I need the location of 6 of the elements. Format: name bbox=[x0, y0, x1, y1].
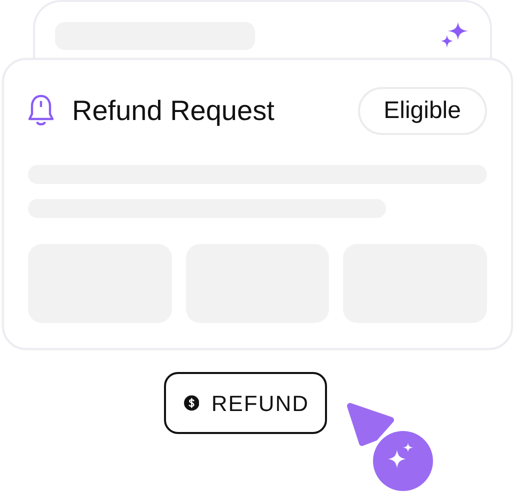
status-badge: Eligible bbox=[358, 87, 487, 136]
refund-button[interactable]: REFUND bbox=[164, 372, 327, 434]
bell-icon bbox=[28, 94, 54, 128]
card-title: Refund Request bbox=[72, 96, 274, 127]
cursor-sparkle-icon bbox=[345, 400, 435, 492]
sparkle-icon bbox=[440, 22, 468, 48]
